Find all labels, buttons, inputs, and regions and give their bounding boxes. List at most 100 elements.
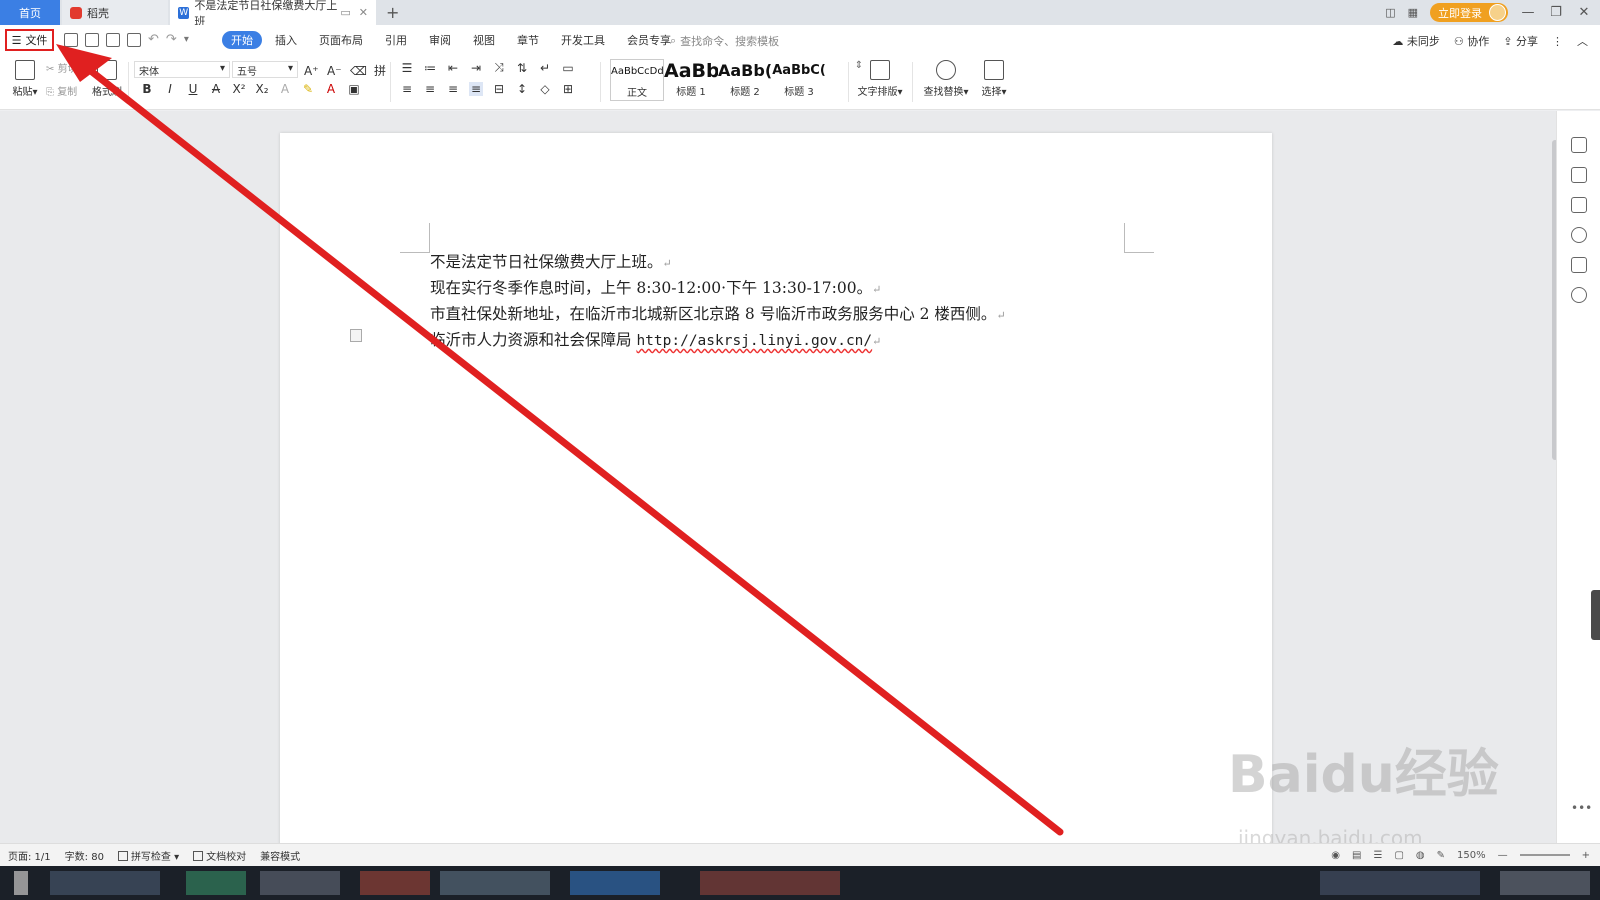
decrease-indent-icon[interactable]: ⇤ <box>446 61 460 75</box>
align-left-icon[interactable]: ≡ <box>400 82 414 96</box>
distribute-icon[interactable]: ⊟ <box>492 82 506 96</box>
share-button[interactable]: ⇪ 分享 <box>1503 33 1538 49</box>
cut-button[interactable]: ✂ 剪切 <box>46 60 90 75</box>
taskbar-app[interactable] <box>570 871 660 895</box>
minimize-icon[interactable]: — <box>1520 5 1536 20</box>
menu-tab-view[interactable]: 视图 <box>464 31 504 49</box>
zoom-value[interactable]: 150% <box>1457 850 1486 861</box>
align-right-icon[interactable]: ≡ <box>446 82 460 96</box>
shading-icon[interactable]: ◇ <box>538 82 552 96</box>
menu-tab-section[interactable]: 章节 <box>508 31 548 49</box>
copy-button[interactable]: ⎘ 复制 <box>46 83 90 98</box>
layout-icon[interactable]: ◫ <box>1385 6 1395 19</box>
taskbar-app[interactable] <box>260 871 340 895</box>
more-dots-icon[interactable]: ••• <box>1571 801 1592 815</box>
login-button[interactable]: 立即登录 <box>1430 3 1508 22</box>
menu-tab-insert[interactable]: 插入 <box>266 31 306 49</box>
tab-cloud-icon[interactable]: ▭ <box>340 6 350 19</box>
increase-indent-icon[interactable]: ⇥ <box>469 61 483 75</box>
borders-icon[interactable]: ⊞ <box>561 82 575 96</box>
edit-pen-icon[interactable] <box>1571 137 1587 153</box>
settings-sliders-icon[interactable] <box>1571 197 1587 213</box>
italic-icon[interactable]: I <box>163 82 177 96</box>
paragraph-handle-icon[interactable] <box>350 329 362 342</box>
page-view-icon[interactable]: ▤ <box>1352 850 1361 861</box>
more-icon[interactable]: ⋮ <box>1552 35 1563 48</box>
collaborate-button[interactable]: ⚇ 协作 <box>1454 33 1489 49</box>
line-spacing-icon[interactable]: ↕ <box>515 82 529 96</box>
underline-icon[interactable]: U <box>186 82 200 96</box>
sync-button[interactable]: ☁ 未同步 <box>1392 33 1440 49</box>
shrink-font-icon[interactable]: A⁻ <box>327 64 342 78</box>
close-window-icon[interactable]: ✕ <box>1576 5 1592 20</box>
reading-view-icon[interactable]: ▢ <box>1394 850 1403 861</box>
save-icon[interactable] <box>64 33 78 47</box>
menu-tab-home[interactable]: 开始 <box>222 31 262 49</box>
doc-line-4-url[interactable]: http://askrsj.linyi.gov.cn/ <box>636 333 872 349</box>
menu-tab-developer[interactable]: 开发工具 <box>552 31 614 49</box>
menu-tab-page-layout[interactable]: 页面布局 <box>310 31 372 49</box>
location-icon[interactable] <box>1571 287 1587 303</box>
clear-format-icon[interactable]: ⌫ <box>350 64 367 78</box>
style-normal[interactable]: AaBbCcDd 正文 <box>610 59 664 101</box>
command-search-input[interactable]: ⌕ 查找命令、搜索模板 <box>670 33 779 49</box>
sort-icon[interactable]: ⇅ <box>515 61 529 75</box>
start-icon[interactable] <box>14 871 28 895</box>
font-color-icon[interactable]: A <box>324 82 338 96</box>
tab-document[interactable]: W 不是法定节日社保缴费大厅上班 ▭ ✕ <box>170 0 376 28</box>
style-heading-3[interactable]: AaBbC( 标题 3 <box>772 59 826 101</box>
select-button[interactable]: 选择▾ <box>976 60 1012 98</box>
word-count[interactable]: 字数: 80 <box>65 848 104 863</box>
redo-icon[interactable]: ↷ <box>166 33 177 47</box>
file-menu-button[interactable]: ☰ 文件 <box>5 29 54 51</box>
zoom-out-icon[interactable]: — <box>1498 850 1508 861</box>
strikethrough-icon[interactable]: A <box>209 82 223 96</box>
show-marks-icon[interactable]: ↵ <box>538 61 552 75</box>
customize-dropdown-icon[interactable]: ▾ <box>184 33 189 47</box>
eye-protection-icon[interactable]: ◉ <box>1331 850 1340 861</box>
page-indicator[interactable]: 页面: 1/1 <box>8 848 51 863</box>
grow-font-icon[interactable]: A⁺ <box>304 64 319 78</box>
web-view-icon[interactable]: ◍ <box>1416 850 1425 861</box>
subscript-icon[interactable]: X₂ <box>255 82 269 96</box>
font-name-select[interactable]: 宋体 ▾ <box>134 61 230 78</box>
zoom-in-icon[interactable]: + <box>1582 850 1590 861</box>
document-body[interactable]: 不是法定节日社保缴费大厅上班。↵ 现在实行冬季作息时间，上午 8:30-12:0… <box>430 249 1006 353</box>
zoom-slider[interactable] <box>1519 854 1570 856</box>
side-panel-handle[interactable] <box>1591 590 1600 640</box>
style-heading-1[interactable]: AaBb 标题 1 <box>664 59 718 101</box>
tab-home[interactable]: 首页 <box>0 0 60 25</box>
restore-icon[interactable]: ❐ <box>1548 5 1564 20</box>
tab-daoke[interactable]: 稻壳 <box>62 0 168 25</box>
taskbar-app[interactable] <box>186 871 246 895</box>
system-tray[interactable] <box>1320 871 1480 895</box>
apps-grid-icon[interactable]: ▦ <box>1408 6 1418 19</box>
superscript-icon[interactable]: X² <box>232 82 246 96</box>
proofread-toggle[interactable]: 文档校对 <box>193 848 246 863</box>
menu-tab-review[interactable]: 审阅 <box>420 31 460 49</box>
menu-tab-references[interactable]: 引用 <box>376 31 416 49</box>
numbered-list-icon[interactable]: ≔ <box>423 61 437 75</box>
pen-view-icon[interactable]: ✎ <box>1437 850 1445 861</box>
tab-close-icon[interactable]: ✕ <box>359 6 368 19</box>
image-tool-icon[interactable] <box>1571 257 1587 273</box>
taskbar-app[interactable] <box>440 871 550 895</box>
phonetic-icon[interactable]: 拼 <box>373 62 387 79</box>
document-page[interactable]: 不是法定节日社保缴费大厅上班。↵ 现在实行冬季作息时间，上午 8:30-12:0… <box>280 133 1272 843</box>
collapse-ribbon-icon[interactable]: ︿ <box>1577 33 1588 49</box>
char-border-icon[interactable]: ▣ <box>347 82 361 96</box>
spellcheck-toggle[interactable]: 拼写检查 ▾ <box>117 848 179 863</box>
bold-icon[interactable]: B <box>140 82 154 96</box>
text-effect-icon[interactable]: A <box>278 82 292 96</box>
paste-button[interactable]: 粘贴▾ <box>8 60 42 98</box>
print-icon[interactable] <box>106 33 120 47</box>
highlight-icon[interactable]: ✎ <box>301 82 315 96</box>
font-size-select[interactable]: 五号 ▾ <box>232 61 298 78</box>
find-replace-button[interactable]: 查找替换▾ <box>918 60 974 98</box>
print-preview-icon[interactable] <box>127 33 141 47</box>
ruler-icon[interactable]: ▭ <box>561 61 575 75</box>
export-pdf-icon[interactable] <box>85 33 99 47</box>
justify-icon[interactable]: ≡ <box>469 82 483 96</box>
taskbar-app[interactable] <box>50 871 160 895</box>
clock-area[interactable] <box>1500 871 1590 895</box>
